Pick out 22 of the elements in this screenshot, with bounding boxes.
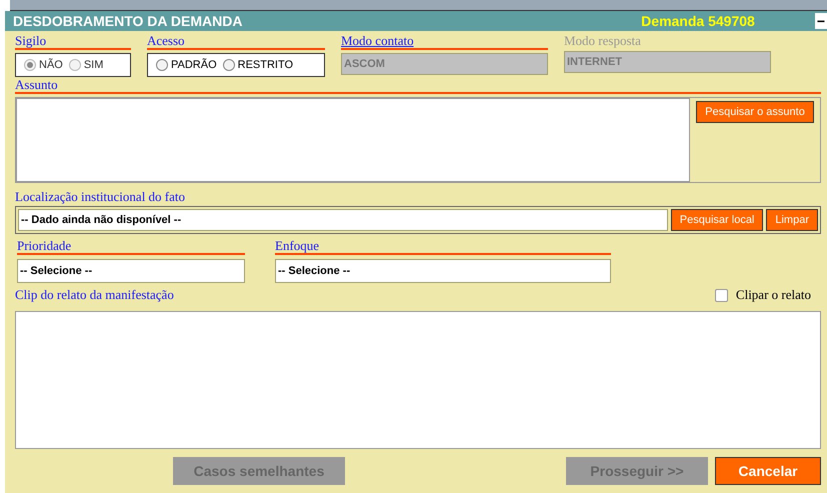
priority-select[interactable]: -- Selecione -- [17, 259, 245, 283]
field-label: Prioridade [17, 238, 245, 255]
demand-number: Demanda 549708 [641, 13, 755, 29]
field-label: Modo resposta [564, 33, 642, 48]
field-label: Enfoque [275, 238, 611, 255]
field-label: Clip do relato da manifestação [15, 287, 174, 302]
clip-checkbox[interactable]: Clipar o relato [714, 287, 811, 303]
field-label: Acesso [147, 33, 325, 50]
collapse-button[interactable]: − [814, 13, 827, 29]
subject-text-area[interactable] [16, 98, 690, 182]
field-label: Assunto [15, 77, 821, 94]
response-mode-field: INTERNET [564, 51, 771, 73]
clip-text-area[interactable] [15, 311, 821, 449]
field-label: Localização institucional do fato [15, 189, 186, 204]
location-field[interactable]: -- Dado ainda não disponível -- [18, 209, 668, 231]
radio-option[interactable]: PADRÃO [156, 59, 217, 71]
field-label: Modo contato [341, 33, 548, 50]
focus-select[interactable]: -- Selecione -- [275, 259, 611, 283]
contact-mode-field: ASCOM [341, 53, 548, 75]
field-label: Sigilo [15, 33, 131, 50]
panel-title: DESDOBRAMENTO DA DEMANDA [13, 13, 244, 29]
radio-option[interactable]: RESTRITO [222, 59, 294, 71]
